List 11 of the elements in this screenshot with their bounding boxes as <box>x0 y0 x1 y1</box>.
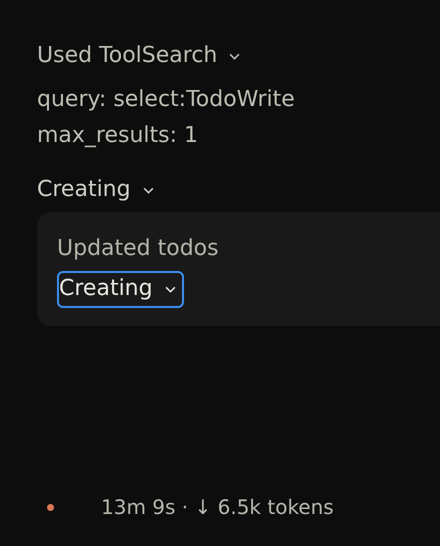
parameter-text: query: select:TodoWrite <box>37 86 296 114</box>
status-dot-icon <box>47 504 54 510</box>
chevron-down-icon <box>164 286 176 292</box>
section-toggle[interactable]: Creating <box>37 174 154 206</box>
parameter-text: max_results: 1 <box>37 122 200 150</box>
card-label: Updated todos <box>57 235 220 263</box>
chevron-down-icon <box>229 52 240 60</box>
chevron-down-icon <box>142 186 154 194</box>
status-text: 13m 9s · ↓ 6.5k tokens <box>101 494 334 521</box>
creating-dropdown-button[interactable]: Creating <box>57 271 184 308</box>
tool-use-toggle[interactable]: Used ToolSearch <box>37 40 240 72</box>
